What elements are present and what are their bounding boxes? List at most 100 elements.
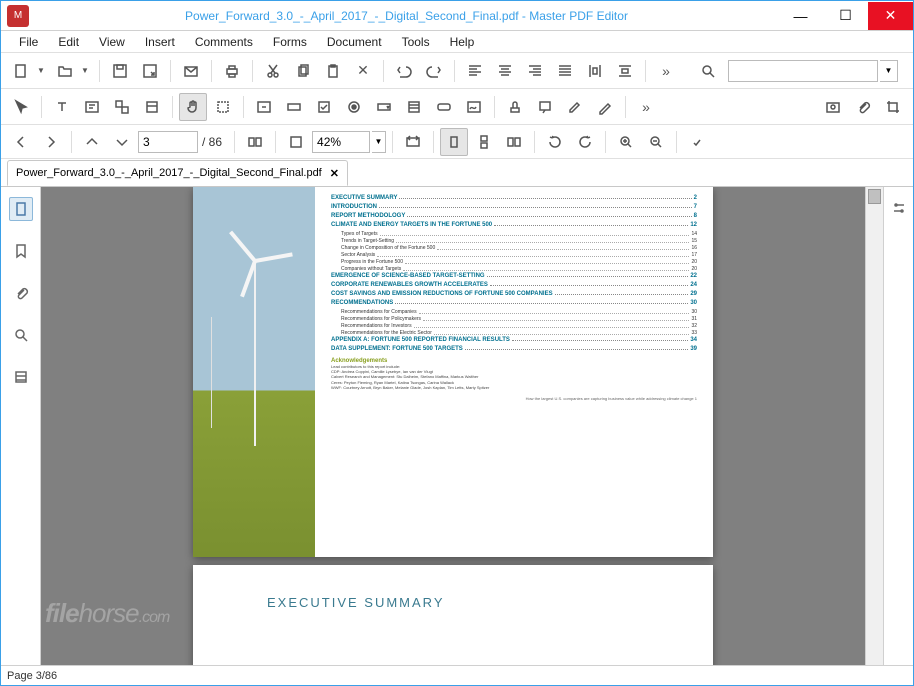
toc-subitem: Progress in the Fortune 50020 xyxy=(331,259,697,265)
attachments-panel-button[interactable] xyxy=(9,281,33,305)
menu-file[interactable]: File xyxy=(9,33,48,51)
open-button[interactable] xyxy=(51,57,79,85)
document-viewport[interactable]: EXECUTIVE SUMMARY2INTRODUCTION7REPORT ME… xyxy=(41,187,865,665)
vertical-scrollbar[interactable] xyxy=(865,187,883,665)
grid-button[interactable] xyxy=(683,128,711,156)
search-icon xyxy=(694,57,722,85)
save-button[interactable] xyxy=(106,57,134,85)
edit-object-button[interactable] xyxy=(108,93,136,121)
hand-tool-button[interactable] xyxy=(179,93,207,121)
close-window-button[interactable]: ✕ xyxy=(868,2,913,30)
facing-button[interactable] xyxy=(500,128,528,156)
search-panel-button[interactable] xyxy=(9,323,33,347)
pointer-tool-button[interactable] xyxy=(7,93,35,121)
page-total-label: / 86 xyxy=(202,135,222,149)
attachment-button[interactable] xyxy=(849,93,877,121)
zoom-level[interactable]: 42% xyxy=(312,131,370,153)
toc-heading: COST SAVINGS AND EMISSION REDUCTIONS OF … xyxy=(331,291,697,297)
select-area-button[interactable] xyxy=(209,93,237,121)
menu-comments[interactable]: Comments xyxy=(185,33,263,51)
checkbox-button[interactable] xyxy=(310,93,338,121)
search-dropdown-icon[interactable]: ▼ xyxy=(880,60,898,82)
toolbar-main: ▼ ▼ ✕ » ▼ xyxy=(1,53,913,89)
menubar: File Edit View Insert Comments Forms Doc… xyxy=(1,31,913,53)
delete-button[interactable]: ✕ xyxy=(349,57,377,85)
toc-heading: EMERGENCE OF SCIENCE-BASED TARGET-SETTIN… xyxy=(331,273,697,279)
text-field-button[interactable] xyxy=(280,93,308,121)
align-justify-button[interactable] xyxy=(551,57,579,85)
single-page-button[interactable] xyxy=(440,128,468,156)
app-icon: M xyxy=(7,5,29,27)
align-left-button[interactable] xyxy=(461,57,489,85)
link-tool-button[interactable] xyxy=(250,93,278,121)
next-page-button[interactable] xyxy=(108,128,136,156)
thumbnails-panel-button[interactable] xyxy=(9,197,33,221)
signature-field-button[interactable] xyxy=(460,93,488,121)
zoom-dropdown-icon[interactable]: ▼ xyxy=(372,131,386,153)
fit-page-button[interactable] xyxy=(282,128,310,156)
new-dropdown-icon[interactable]: ▼ xyxy=(37,66,45,75)
properties-panel-button[interactable] xyxy=(888,197,910,219)
prev-view-button[interactable] xyxy=(7,128,35,156)
continuous-button[interactable] xyxy=(470,128,498,156)
paste-button[interactable] xyxy=(319,57,347,85)
copy-button[interactable] xyxy=(289,57,317,85)
document-tab[interactable]: Power_Forward_3.0_-_April_2017_-_Digital… xyxy=(7,160,348,186)
tab-label: Power_Forward_3.0_-_April_2017_-_Digital… xyxy=(16,167,322,179)
edit-form-button[interactable] xyxy=(138,93,166,121)
email-button[interactable] xyxy=(177,57,205,85)
search-input[interactable] xyxy=(728,60,878,82)
menu-tools[interactable]: Tools xyxy=(392,33,440,51)
more-tools-button[interactable]: » xyxy=(652,57,680,85)
menu-insert[interactable]: Insert xyxy=(135,33,185,51)
undo-button[interactable] xyxy=(390,57,418,85)
combobox-button[interactable] xyxy=(370,93,398,121)
zoom-out-marquee-button[interactable] xyxy=(642,128,670,156)
zoom-in-marquee-button[interactable] xyxy=(612,128,640,156)
edit-text-button[interactable] xyxy=(78,93,106,121)
stamp-button[interactable] xyxy=(501,93,529,121)
new-document-button[interactable] xyxy=(7,57,35,85)
minimize-button[interactable]: — xyxy=(778,2,823,30)
fit-width-button[interactable] xyxy=(399,128,427,156)
text-select-button[interactable] xyxy=(48,93,76,121)
note-button[interactable] xyxy=(531,93,559,121)
menu-forms[interactable]: Forms xyxy=(263,33,317,51)
radio-button[interactable] xyxy=(340,93,368,121)
next-view-button[interactable] xyxy=(37,128,65,156)
crop-button[interactable] xyxy=(879,93,907,121)
align-center-button[interactable] xyxy=(491,57,519,85)
highlight-button[interactable] xyxy=(561,93,589,121)
page-number-input[interactable] xyxy=(138,131,198,153)
cut-button[interactable] xyxy=(259,57,287,85)
bookmarks-panel-button[interactable] xyxy=(9,239,33,263)
page-image xyxy=(193,187,315,557)
more-tools2-button[interactable]: » xyxy=(632,93,660,121)
rotate-right-button[interactable] xyxy=(571,128,599,156)
pencil-button[interactable] xyxy=(591,93,619,121)
prev-page-button[interactable] xyxy=(78,128,106,156)
maximize-button[interactable]: ☐ xyxy=(823,2,868,30)
align-right-button[interactable] xyxy=(521,57,549,85)
toc-subitem: Trends in Target-Setting15 xyxy=(331,238,697,244)
close-tab-icon[interactable]: ✕ xyxy=(330,167,339,180)
distribute-h-button[interactable] xyxy=(581,57,609,85)
actual-size-button[interactable] xyxy=(241,128,269,156)
listbox-button[interactable] xyxy=(400,93,428,121)
menu-document[interactable]: Document xyxy=(317,33,392,51)
button-field-button[interactable] xyxy=(430,93,458,121)
menu-edit[interactable]: Edit xyxy=(48,33,89,51)
rotate-left-button[interactable] xyxy=(541,128,569,156)
layers-panel-button[interactable] xyxy=(9,365,33,389)
redo-button[interactable] xyxy=(420,57,448,85)
print-button[interactable] xyxy=(218,57,246,85)
menu-help[interactable]: Help xyxy=(440,33,485,51)
distribute-v-button[interactable] xyxy=(611,57,639,85)
save-as-button[interactable] xyxy=(136,57,164,85)
toolbar-tools: » xyxy=(1,89,913,125)
toc-heading: RECOMMENDATIONS30 xyxy=(331,300,697,306)
snapshot-button[interactable] xyxy=(819,93,847,121)
menu-view[interactable]: View xyxy=(89,33,135,51)
scrollbar-thumb[interactable] xyxy=(868,189,881,204)
open-dropdown-icon[interactable]: ▼ xyxy=(81,66,89,75)
